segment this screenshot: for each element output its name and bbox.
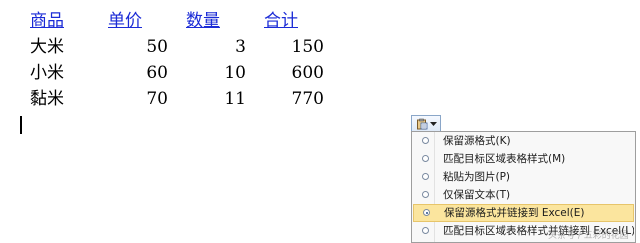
table-cell: 11: [224, 89, 246, 109]
header-cell-quantity[interactable]: 数量: [186, 8, 246, 34]
table-cell: 黏米: [30, 89, 64, 109]
table-cell: 600: [291, 63, 324, 83]
menu-item-label: 粘贴为图片(P): [443, 171, 511, 183]
radio-icon: [422, 173, 429, 180]
header-cell-total[interactable]: 合计: [264, 8, 324, 34]
menu-item-match-destination-style[interactable]: 匹配目标区域表格样式(M): [413, 150, 634, 168]
table-cell: 10: [224, 63, 246, 83]
watermark: 头条号 / 五彩的花园: [548, 231, 629, 241]
table-cell: 770: [291, 89, 324, 109]
header-cell-product[interactable]: 商品: [30, 8, 64, 34]
radio-icon: [422, 155, 429, 162]
menu-item-keep-text-only[interactable]: 仅保留文本(T): [413, 186, 634, 204]
menu-item-label: 保留源格式(K): [443, 135, 511, 147]
chevron-down-icon: [429, 121, 437, 127]
radio-selected-icon: [423, 209, 430, 216]
radio-icon: [422, 227, 429, 234]
table-cell: 3: [235, 37, 246, 57]
header-cell-price[interactable]: 单价: [108, 8, 168, 34]
table-cell: 大米: [30, 37, 64, 57]
menu-item-paste-as-picture[interactable]: 粘贴为图片(P): [413, 168, 634, 186]
table-cell: 70: [146, 89, 168, 109]
menu-item-label: 保留源格式并链接到 Excel(E): [444, 207, 585, 219]
text-cursor: [20, 116, 22, 134]
table-cell: 小米: [30, 63, 64, 83]
clipboard-icon: [416, 118, 428, 130]
paste-options-menu: 保留源格式(K) 匹配目标区域表格样式(M) 粘贴为图片(P) 仅保留文本(T)…: [411, 131, 636, 243]
table-cell: 50: [146, 37, 168, 57]
table-cell: 150: [291, 37, 324, 57]
menu-item-label: 仅保留文本(T): [443, 189, 511, 201]
menu-item-keep-source-link-excel[interactable]: 保留源格式并链接到 Excel(E): [413, 204, 634, 222]
table-cell: 60: [146, 63, 168, 83]
menu-item-label: 匹配目标区域表格样式(M): [443, 153, 566, 165]
radio-icon: [422, 137, 429, 144]
radio-icon: [422, 191, 429, 198]
menu-item-keep-source-formatting[interactable]: 保留源格式(K): [413, 132, 634, 150]
